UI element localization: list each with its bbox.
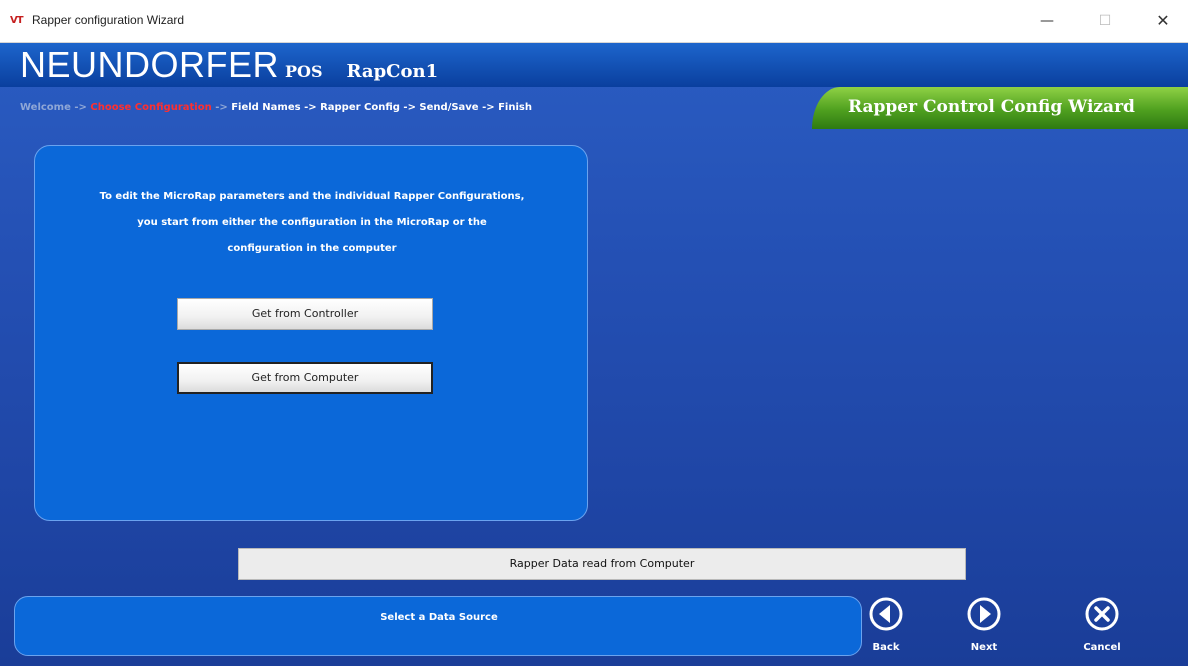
maximize-button[interactable]: ☐ — [1082, 6, 1128, 36]
brand-suffix: POS — [285, 62, 323, 81]
instruction-line: configuration in the computer — [227, 243, 397, 254]
next-label: Next — [970, 642, 998, 653]
get-from-controller-button[interactable]: Get from Controller — [177, 298, 433, 330]
minimize-button[interactable]: — — [1024, 6, 1070, 36]
cancel-label: Cancel — [1083, 642, 1121, 653]
brand-logo: NEUNDORFER POS RapCon1 — [20, 45, 438, 85]
app-name: RapCon1 — [346, 61, 439, 82]
data-source-panel: To edit the MicroRap parameters and the … — [34, 145, 588, 521]
next-arrow-icon — [967, 597, 1001, 631]
message-box: Select a Data Source — [14, 596, 862, 656]
wizard-title: Rapper Control Config Wizard — [848, 97, 1135, 117]
instruction-line: you start from either the configuration … — [137, 217, 487, 228]
status-field: Rapper Data read from Computer — [238, 548, 966, 580]
window-title: Rapper configuration Wizard — [32, 13, 185, 27]
wizard-title-tab: Rapper Control Config Wizard — [812, 87, 1188, 129]
brand-header: NEUNDORFER POS RapCon1 — [0, 43, 1188, 87]
breadcrumb: Welcome -> Choose Configuration -> Field… — [20, 102, 532, 113]
close-button[interactable]: ✕ — [1140, 6, 1186, 36]
breadcrumb-step-welcome: Welcome -> — [20, 102, 87, 113]
instructions-text: To edit the MicroRap parameters and the … — [45, 184, 579, 262]
brand-name: NEUNDORFER — [20, 44, 280, 85]
back-button[interactable]: Back — [856, 596, 916, 660]
message-text: Select a Data Source — [380, 612, 498, 623]
instruction-line: To edit the MicroRap parameters and the … — [99, 191, 525, 202]
next-button[interactable]: Next — [954, 596, 1014, 660]
breadcrumb-remaining-steps: Field Names -> Rapper Config -> Send/Sav… — [231, 102, 532, 113]
main-area: NEUNDORFER POS RapCon1 Welcome -> Choose C… — [0, 43, 1188, 666]
title-bar: VT Rapper configuration Wizard — ☐ ✕ — [0, 0, 1188, 43]
back-arrow-icon — [869, 597, 903, 631]
get-from-computer-button[interactable]: Get from Computer — [177, 362, 433, 394]
cancel-button[interactable]: Cancel — [1072, 596, 1132, 660]
wizard-window: VT Rapper configuration Wizard — ☐ ✕ NEU… — [0, 0, 1188, 666]
breadcrumb-separator: -> — [215, 102, 228, 113]
cancel-x-icon — [1085, 597, 1119, 631]
back-label: Back — [872, 642, 900, 653]
app-logo-icon: VT — [10, 15, 24, 26]
breadcrumb-step-current: Choose Configuration — [90, 102, 212, 113]
